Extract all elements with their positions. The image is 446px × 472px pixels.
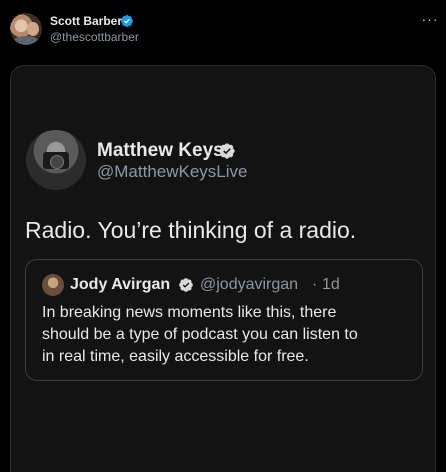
quoted-author-handle: @jodyavirgan	[200, 276, 299, 293]
avatar-face	[27, 22, 39, 36]
quoted-author-avatar	[42, 274, 64, 296]
post-header: Scott Barber @thescottbarber ···	[0, 0, 446, 56]
quoted-tweet-text: In breaking news moments like this, ther…	[42, 302, 412, 368]
quoted-timestamp: 1d	[322, 276, 340, 293]
screenshot-verified-icon	[219, 143, 235, 159]
author-name[interactable]: Scott Barber	[50, 14, 122, 29]
quoted-text-line: should be a type of podcast you can list…	[42, 326, 358, 343]
verified-badge-icon	[121, 15, 133, 27]
author-handle[interactable]: @thescottbarber	[50, 30, 139, 45]
tweet-screenshot-image[interactable]: Matthew Keys @MatthewKeysLive Radio. You…	[10, 65, 436, 472]
quoted-verified-icon	[179, 278, 193, 292]
more-options-button[interactable]: ···	[420, 12, 440, 28]
quoted-separator: ·	[312, 276, 318, 293]
camera-lens-shape	[50, 155, 64, 169]
quoted-text-line: in real time, easily accessible for free…	[42, 348, 309, 365]
screenshot-author-handle: @MatthewKeysLive	[97, 162, 248, 181]
quoted-tweet-card: Jody Avirgan @jodyavirgan · 1d In breaki…	[25, 259, 423, 381]
screenshot-tweet-text: Radio. You’re thinking of a radio.	[25, 217, 357, 243]
avatar-shirt	[12, 36, 40, 45]
quoted-author-name: Jody Avirgan	[70, 276, 171, 293]
screenshot-author-avatar	[26, 130, 86, 190]
author-avatar[interactable]	[10, 13, 42, 45]
quoted-text-line: In breaking news moments like this, ther…	[42, 304, 337, 321]
screenshot-author-name: Matthew Keys	[97, 140, 224, 161]
